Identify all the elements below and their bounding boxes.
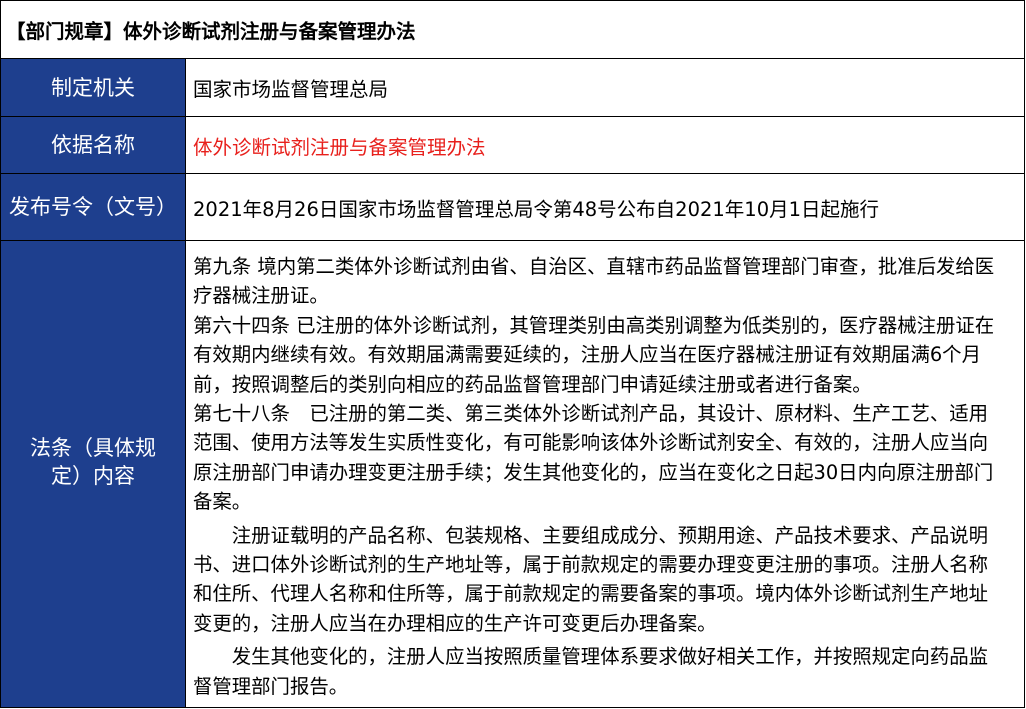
decree-number-value: 2021年8月26日国家市场监督管理总局令第48号公布自2021年10月1日起施…: [186, 174, 1024, 240]
basis-name-value: 体外诊断试剂注册与备案管理办法: [186, 117, 1024, 173]
content-line: 第九条 境内第二类体外诊断试剂由省、自治区、直辖市药品监督管理部门审查，批准后发…: [193, 255, 995, 278]
content-line: 第七十八条 已注册的第二类、第三类体外诊断试剂产品，其设计、原材料、生产工艺、适…: [193, 402, 989, 426]
content-line: 和住所、代理人名称和住所等，属于前款规定的需要备案的事项。境内体外诊断试剂生产地…: [193, 582, 989, 606]
content-line: 变更的，注册人应当在办理相应的生产许可变更后办理备案。: [193, 611, 717, 635]
content-line: 备案。: [193, 490, 252, 514]
issuing-authority-value: 国家市场监督管理总局: [186, 59, 1024, 116]
content-line: 有效期内继续有效。有效期届满需要延续的，注册人应当在医疗器械注册证有效期届满6个…: [193, 343, 981, 367]
basis-name-text: 体外诊断试剂注册与备案管理办法: [193, 135, 486, 159]
table-title-text: 【部门规章】体外诊断试剂注册与备案管理办法: [6, 20, 416, 43]
article-paragraph: 第九条 境内第二类体外诊断试剂由省、自治区、直辖市药品监督管理部门审查，批准后发…: [193, 252, 1020, 311]
article-paragraph: 第七十八条 已注册的第二类、第三类体外诊断试剂产品，其设计、原材料、生产工艺、适…: [193, 399, 1020, 517]
row-decree-number: 发布号令（文号） 2021年8月26日国家市场监督管理总局令第48号公布自202…: [1, 174, 1024, 241]
article-content-label: 法条（具体规定）内容: [1, 241, 186, 707]
row-issuing-authority: 制定机关 国家市场监督管理总局: [1, 59, 1024, 117]
regulation-table: 【部门规章】体外诊断试剂注册与备案管理办法 制定机关 国家市场监督管理总局 依据…: [0, 0, 1025, 708]
article-content-label-text: 法条（具体规定）内容: [30, 436, 156, 488]
row-article-content: 法条（具体规定）内容 第九条 境内第二类体外诊断试剂由省、自治区、直辖市药品监督…: [1, 241, 1024, 707]
row-basis-name: 依据名称 体外诊断试剂注册与备案管理办法: [1, 117, 1024, 174]
issuing-authority-label: 制定机关: [1, 59, 186, 116]
issuing-authority-text: 国家市场监督管理总局: [193, 78, 389, 101]
article-paragraph: 发生其他变化的，注册人应当按照质量管理体系要求做好相关工作，并按照规定向药品监 …: [193, 642, 1020, 701]
table-title: 【部门规章】体外诊断试剂注册与备案管理办法: [1, 1, 1024, 59]
content-line: 前，按照调整后的类别向相应的药品监督管理部门申请延续注册或者进行备案。: [193, 372, 872, 396]
content-line: 督管理部门报告。: [193, 674, 349, 698]
content-line: 发生其他变化的，注册人应当按照质量管理体系要求做好相关工作，并按照规定向药品监: [193, 645, 989, 669]
content-line: 书、进口体外诊断试剂的生产地址等，属于前款规定的需要办理变更注册的事项。注册人名…: [193, 553, 989, 577]
content-line: 注册证载明的产品名称、包装规格、主要组成成分、预期用途、产品技术要求、产品说明: [193, 523, 989, 547]
content-line: 第六十四条 已注册的体外诊断试剂，其管理类别由高类别调整为低类别的，医疗器械注册…: [193, 313, 995, 337]
article-paragraph: 注册证载明的产品名称、包装规格、主要组成成分、预期用途、产品技术要求、产品说明 …: [193, 521, 1020, 639]
content-line: 原注册部门申请办理变更注册手续；发生其他变化的，应当在变化之日起30日内向原注册…: [193, 460, 994, 484]
decree-number-text: 2021年8月26日国家市场监督管理总局令第48号公布自2021年10月1日起施…: [193, 197, 880, 221]
decree-number-label: 发布号令（文号）: [1, 174, 186, 240]
article-paragraph: 第六十四条 已注册的体外诊断试剂，其管理类别由高类别调整为低类别的，医疗器械注册…: [193, 311, 1020, 399]
content-line: 范围、使用方法等发生实质性变化，有可能影响该体外诊断试剂安全、有效的，注册人应当…: [193, 431, 989, 455]
content-line: 疗器械注册证。: [193, 284, 329, 308]
basis-name-label: 依据名称: [1, 117, 186, 173]
article-content-body: 第九条 境内第二类体外诊断试剂由省、自治区、直辖市药品监督管理部门审查，批准后发…: [186, 241, 1024, 707]
